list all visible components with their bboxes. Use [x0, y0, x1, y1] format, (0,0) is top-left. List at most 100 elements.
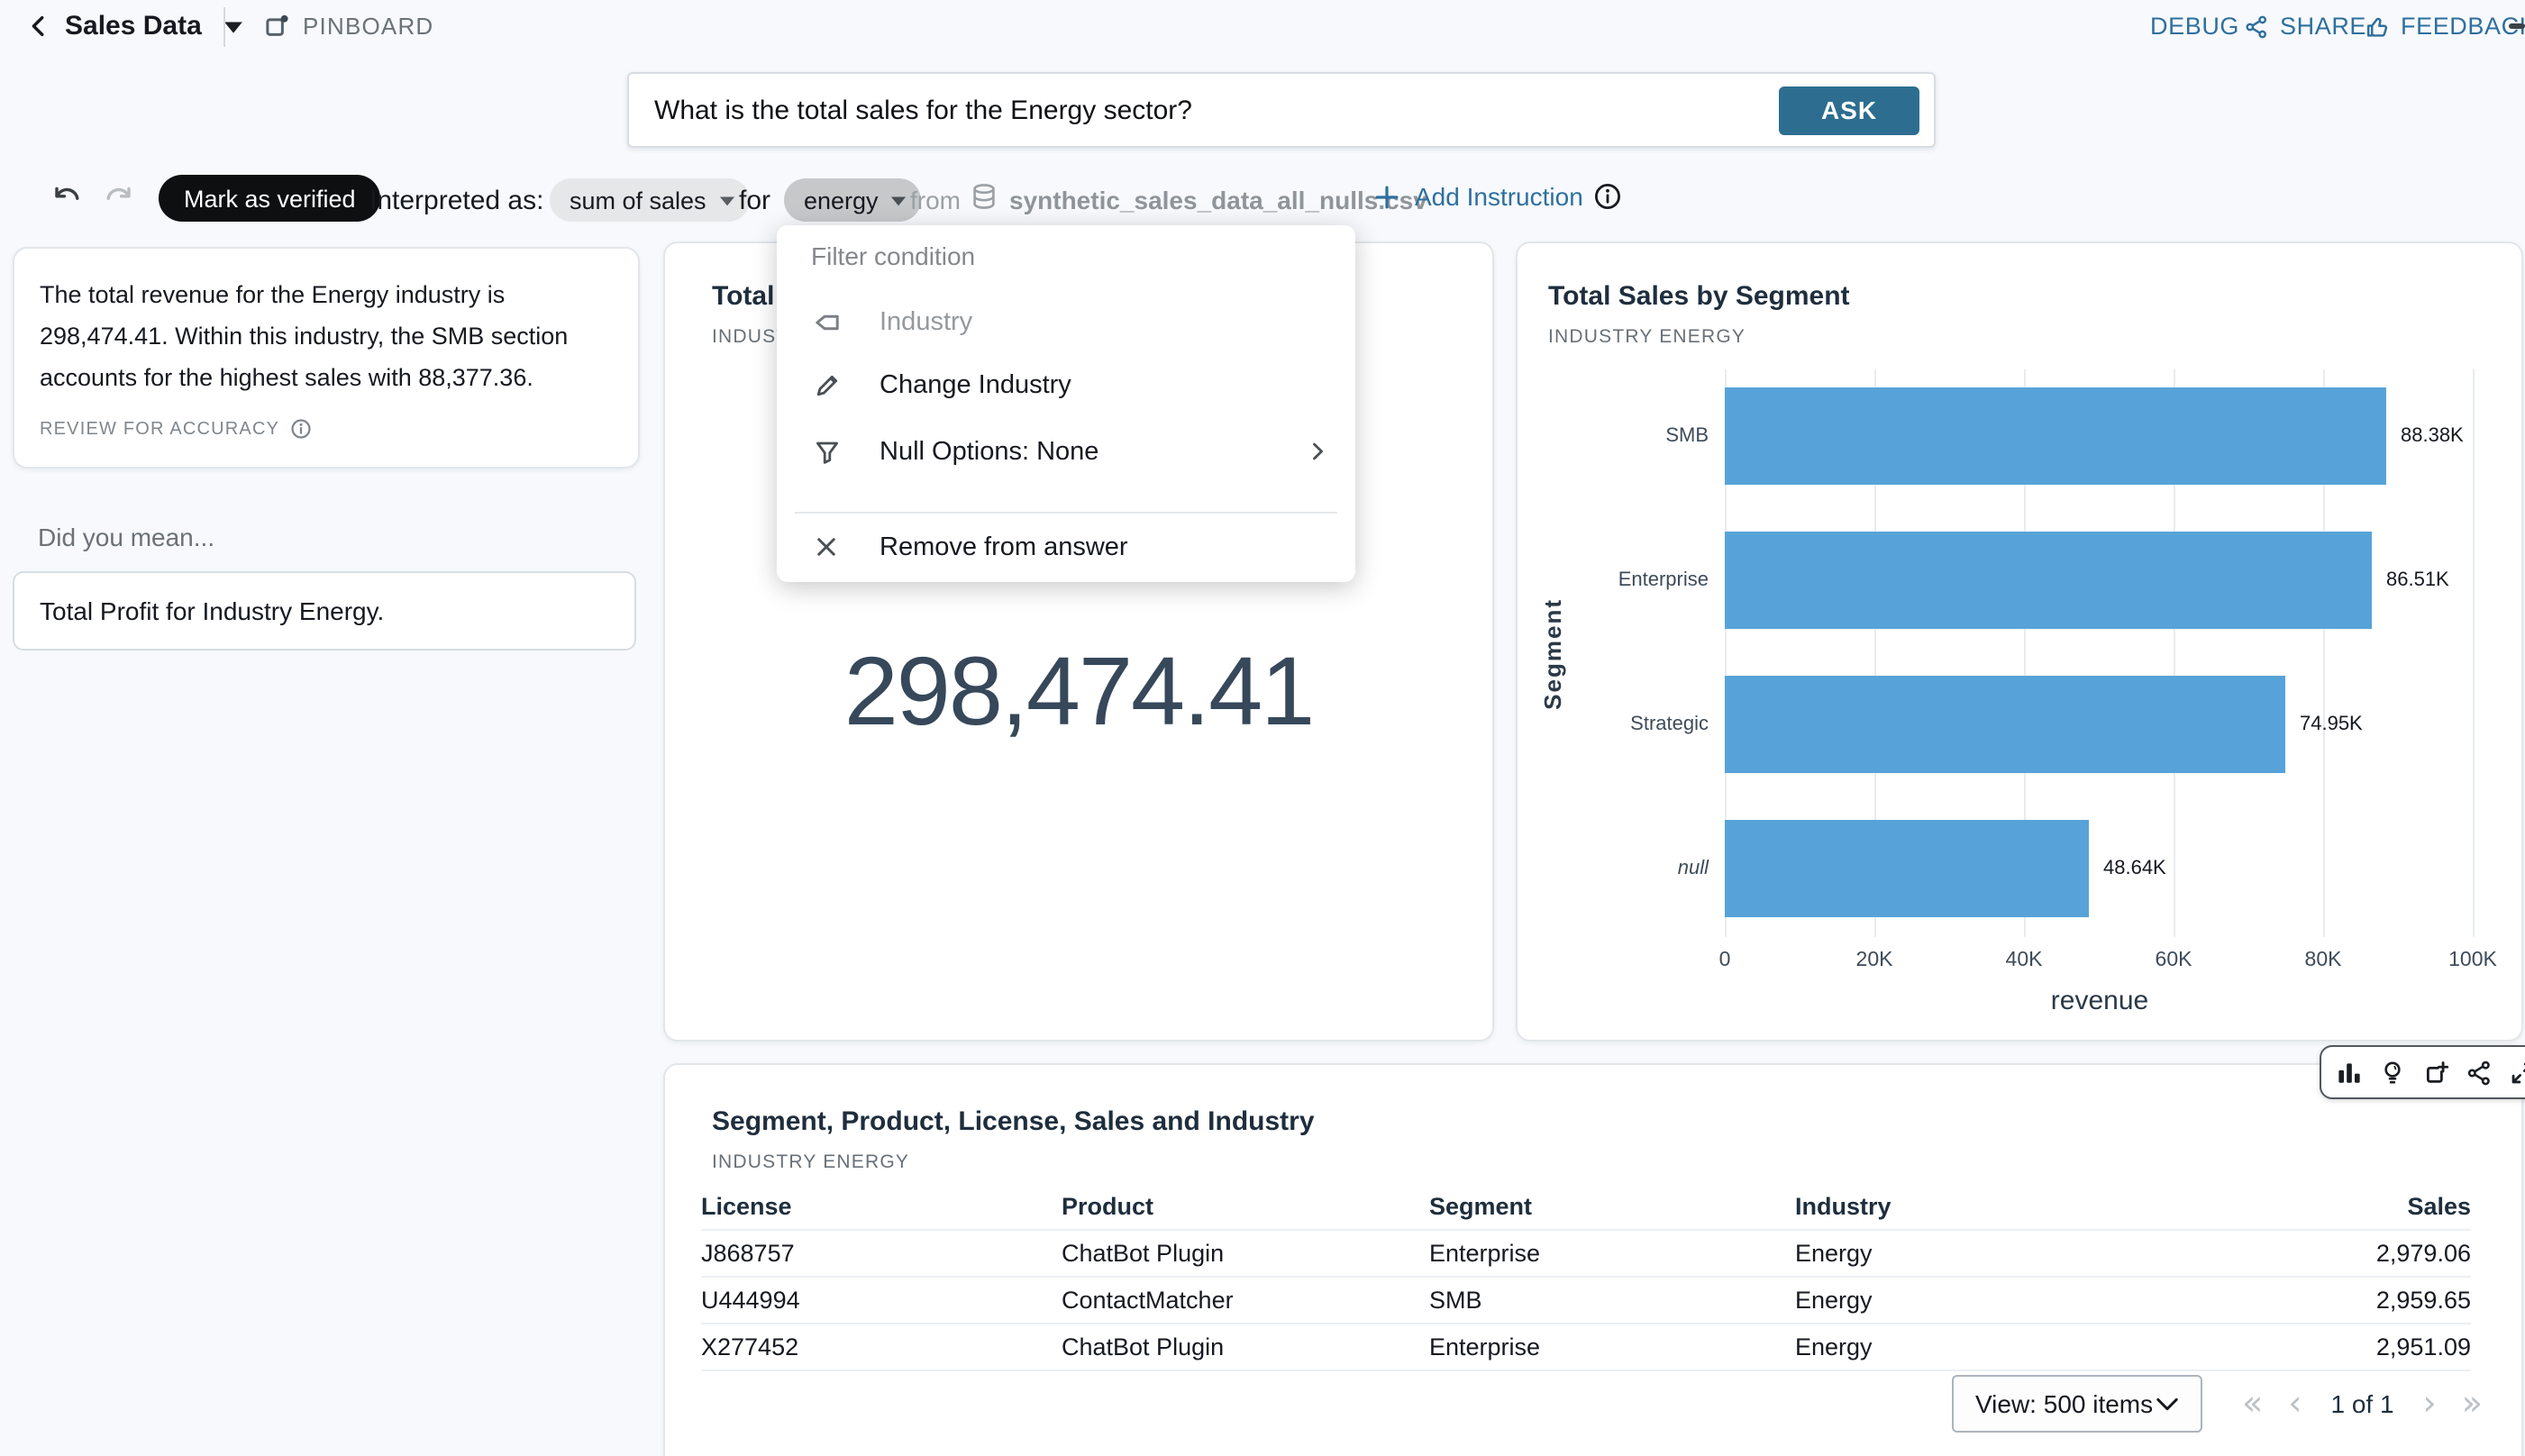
page-info: 1 of 1 [2327, 1389, 2397, 1418]
chevron-down-icon [223, 19, 243, 33]
x-tick: 80K [2305, 950, 2342, 971]
table-header-row: LicenseProductSegmentIndustrySales [701, 1184, 2471, 1231]
category-label: Strategic [1572, 714, 1709, 735]
metric-chip[interactable]: sum of sales [550, 178, 750, 222]
undo-button[interactable] [50, 182, 85, 213]
x-tick: 0 [1719, 950, 1731, 971]
database-icon [970, 182, 998, 211]
table-cell: 2,959.65 [2161, 1287, 2471, 1314]
add-instruction-button[interactable]: Add Instruction [1373, 182, 1583, 211]
chevron-down-icon [719, 194, 735, 206]
from-label: from [910, 186, 961, 214]
source-file-label: synthetic_sales_data_all_nulls.csv [1009, 186, 1427, 214]
value-label: 48.64K [2103, 858, 2166, 879]
menu-item-industry[interactable]: Industry [777, 294, 1355, 351]
category-label: SMB [1572, 425, 1709, 447]
view-items-dropdown[interactable]: View: 500 items [1952, 1375, 2202, 1433]
table-row: X277452ChatBot PluginEnterpriseEnergy2,9… [701, 1324, 2471, 1371]
feedback-label: FEEDBACK [2401, 13, 2525, 40]
table-title: Segment, Product, License, Sales and Ind… [712, 1106, 1315, 1137]
pinboard-icon [263, 13, 290, 40]
table-cell: J868757 [701, 1240, 1062, 1267]
y-axis-label: Segment [1539, 369, 1566, 937]
data-table: LicenseProductSegmentIndustrySalesJ86875… [701, 1184, 2471, 1371]
column-header[interactable]: License [701, 1193, 1062, 1220]
x-axis-label: revenue [1725, 986, 2475, 1016]
expand-icon[interactable] [2509, 1059, 2525, 1086]
bar-SMB[interactable] [1725, 387, 2386, 485]
dataset-selector[interactable]: Sales Data [65, 11, 243, 41]
chart-type-icon[interactable] [2336, 1059, 2363, 1086]
pin-to-pinboard-icon[interactable] [2422, 1059, 2449, 1086]
plus-icon [1373, 183, 1400, 210]
bar-Enterprise[interactable] [1725, 532, 2372, 629]
first-page-button[interactable]: « [2242, 1387, 2263, 1421]
filter-context-menu: Filter condition Industry Change Industr… [777, 225, 1355, 582]
table-cell: X277452 [701, 1333, 1062, 1360]
ask-button[interactable]: ASK [1779, 86, 1919, 134]
table-cell: ChatBot Plugin [1062, 1333, 1429, 1360]
mark-as-verified-button[interactable]: Mark as verified [159, 175, 381, 222]
review-accuracy-label: REVIEW FOR ACCURACY [40, 419, 279, 439]
debug-label: DEBUG [2150, 13, 2239, 40]
category-label: Enterprise [1572, 569, 1709, 591]
share-button[interactable]: SHARE [2244, 13, 2366, 40]
x-tick: 60K [2156, 950, 2192, 971]
chevron-down-icon [891, 194, 907, 206]
chevron-down-icon [2156, 1396, 2179, 1412]
question-input[interactable]: What is the total sales for the Energy s… [629, 95, 1779, 125]
redo-button[interactable] [101, 182, 135, 213]
table-cell: SMB [1429, 1287, 1795, 1314]
table-cell: Enterprise [1429, 1240, 1795, 1267]
table-cell: Energy [1795, 1287, 2161, 1314]
did-you-mean-label: Did you mean... [38, 523, 214, 551]
truncated-control[interactable] [2509, 23, 2525, 29]
ask-bar: What is the total sales for the Energy s… [627, 72, 1936, 148]
info-icon[interactable] [1593, 182, 1622, 211]
table-cell: Energy [1795, 1240, 2161, 1267]
kpi-value: 298,474.41 [665, 636, 1492, 748]
tag-icon [813, 308, 842, 337]
next-page-button[interactable]: › [2423, 1387, 2437, 1421]
for-label: for [739, 186, 770, 216]
share-icon[interactable] [2466, 1059, 2493, 1086]
last-page-button[interactable]: » [2462, 1387, 2483, 1421]
debug-button[interactable]: DEBUG [2150, 13, 2239, 40]
share-label: SHARE [2280, 13, 2366, 40]
insights-bulb-icon[interactable] [2379, 1059, 2406, 1086]
pinboard-label: PINBOARD [303, 13, 433, 40]
filter-chip[interactable]: energy [784, 178, 922, 222]
bar-Strategic[interactable] [1725, 676, 2285, 773]
interpreted-as-label: Interpreted as: [369, 186, 543, 216]
info-icon[interactable] [290, 418, 312, 440]
bar-chart-card: Total Sales by Segment INDUSTRY ENERGY S… [1516, 241, 2523, 1042]
close-icon [813, 533, 842, 562]
column-header[interactable]: Sales [2161, 1193, 2471, 1220]
column-header[interactable]: Industry [1795, 1193, 2161, 1220]
visual-toolbar [2320, 1045, 2525, 1099]
bar-chart-plot [1725, 369, 2475, 937]
pinboard-button[interactable]: PINBOARD [263, 13, 433, 40]
bar-null[interactable] [1725, 820, 2089, 917]
share-icon [2244, 14, 2269, 39]
menu-item-change-industry[interactable]: Change Industry [777, 357, 1355, 414]
back-button[interactable] [25, 13, 52, 40]
menu-header: Filter condition [811, 241, 975, 270]
dataset-title: Sales Data [65, 11, 202, 41]
column-header[interactable]: Product [1062, 1193, 1429, 1220]
table-cell: U444994 [701, 1287, 1062, 1314]
suggestion-card[interactable]: Total Profit for Industry Energy. [13, 571, 636, 651]
thumbs-up-icon [2365, 14, 2390, 39]
table-row: J868757ChatBot PluginEnterpriseEnergy2,9… [701, 1231, 2471, 1278]
value-label: 74.95K [2300, 714, 2363, 735]
feedback-button[interactable]: FEEDBACK [2365, 13, 2525, 40]
menu-item-null-options[interactable]: Null Options: None [777, 423, 1355, 481]
chevron-left-icon [25, 13, 52, 40]
menu-item-remove-from-answer[interactable]: Remove from answer [777, 519, 1355, 577]
prev-page-button[interactable]: ‹ [2288, 1387, 2302, 1421]
column-header[interactable]: Segment [1429, 1193, 1795, 1220]
funnel-icon [813, 438, 842, 467]
table-cell: ContactMatcher [1062, 1287, 1429, 1314]
category-label: null [1572, 858, 1709, 879]
table-card: Segment, Product, License, Sales and Ind… [663, 1063, 2523, 1456]
